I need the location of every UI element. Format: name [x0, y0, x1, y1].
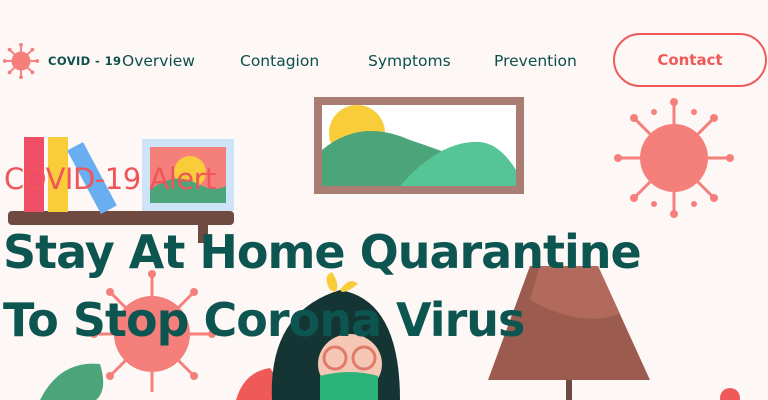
brand-logo[interactable]: COVID - 19 — [2, 42, 121, 80]
site-header: COVID - 19 Overview Contagion Symptoms P… — [0, 0, 768, 120]
hero-headline: Stay At Home Quarantine To Stop Corona V… — [3, 218, 642, 354]
hero-headline-line-1: Stay At Home Quarantine — [3, 225, 642, 279]
hero-headline-line-2: To Stop Corona Virus — [3, 293, 525, 347]
nav-symptoms[interactable]: Symptoms — [368, 52, 451, 70]
page: COVID - 19 Overview Contagion Symptoms P… — [0, 0, 768, 400]
leaf-illustration — [40, 363, 104, 400]
nav-overview[interactable]: Overview — [122, 52, 195, 70]
brand-name: COVID - 19 — [48, 54, 122, 68]
nav-prevention[interactable]: Prevention — [494, 52, 577, 70]
contact-button[interactable]: Contact — [613, 33, 767, 87]
virus-icon — [2, 42, 40, 80]
hero-eyebrow: COVID-19 Alert — [4, 162, 216, 196]
nav-contagion[interactable]: Contagion — [240, 52, 319, 70]
decorative-dot — [720, 388, 740, 400]
